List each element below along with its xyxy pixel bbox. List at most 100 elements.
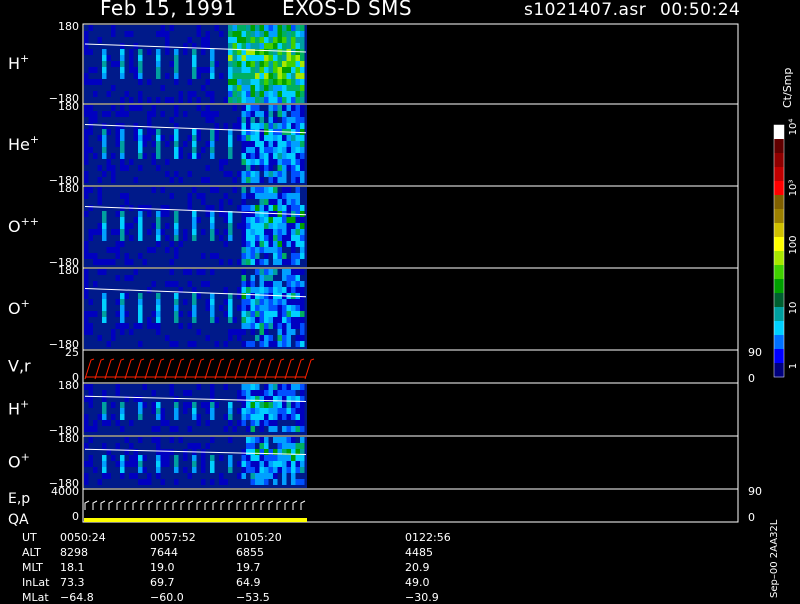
heatmap-cell [115,241,120,247]
heatmap-cell [300,390,305,396]
heatmap-cell [147,287,152,293]
heatmap-cell [291,165,296,171]
heatmap-cell [169,269,174,275]
heatmap-cell [282,55,287,61]
heatmap-cell [259,287,264,293]
heatmap-cell [183,299,188,305]
heatmap-cell [232,55,237,61]
heatmap-cell [210,49,215,55]
heatmap-cell [102,223,107,229]
heatmap-cell [88,390,93,396]
heatmap-cell [160,455,165,461]
heatmap-cell [277,287,282,293]
heatmap-cell [264,247,269,253]
heatmap-cell [129,455,134,461]
heatmap-cell [282,341,287,347]
heatmap-cell [255,61,260,67]
heatmap-cell [228,217,233,223]
heatmap-cell [115,420,120,426]
heatmap-cell [295,199,300,205]
heatmap-cell [246,129,251,135]
heatmap-cell [156,31,161,37]
heatmap-cell [250,117,255,123]
heatmap-cell [201,67,206,73]
panel-5: 180−180H+ [8,379,739,437]
heatmap-cell [120,241,125,247]
table-cell: 0057:52 [150,531,196,544]
heatmap-cell [120,217,125,223]
heatmap-cell [205,335,210,341]
heatmap-cell [300,384,305,390]
heatmap-cell [174,317,179,323]
panel-4: 250V,r900 [8,346,762,385]
heatmap-cell [259,317,264,323]
heatmap-cell [241,135,246,141]
table-cell: 0122:56 [405,531,451,544]
heatmap-cell [192,461,197,467]
heatmap-cell [129,275,134,281]
heatmap-cell [138,211,143,217]
heatmap-cell [84,479,89,485]
heatmap-cell [97,223,102,229]
heatmap-cell [120,129,125,135]
heatmap-cell [156,443,161,449]
heatmap-cell [84,473,89,479]
heatmap-cell [156,67,161,73]
heatmap-cell [237,329,242,335]
heatmap-cell [250,329,255,335]
heatmap-cell [264,269,269,275]
heatmap-cell [151,247,156,253]
heatmap-cell [237,85,242,91]
heatmap-cell [250,317,255,323]
heatmap-cell [124,323,129,329]
heatmap-cell [192,187,197,193]
heatmap-cell [138,223,143,229]
colorbar-segment [774,349,784,364]
heatmap-cell [246,97,251,103]
heatmap-cell [255,479,260,485]
heatmap-cell [151,129,156,135]
heatmap-cell [259,426,264,432]
heatmap-cell [264,31,269,37]
heatmap-cell [169,135,174,141]
heatmap-cell [291,79,296,85]
heatmap-cell [88,299,93,305]
heatmap-cell [174,171,179,177]
panel-label: O+ [8,297,30,318]
heatmap-cell [120,111,125,117]
heatmap-cell [223,241,228,247]
heatmap-cell [147,117,152,123]
heatmap-cell [246,311,251,317]
heatmap-cell [300,426,305,432]
heatmap-cell [246,217,251,223]
panel-frame [82,349,739,384]
colorbar-segment [774,265,784,280]
heatmap-cell [124,293,129,299]
heatmap-cell [291,311,296,317]
heatmap-cell [115,461,120,467]
heatmap-cell [187,281,192,287]
heatmap-cell [205,141,210,147]
heatmap-cell [102,229,107,235]
heatmap-cell [282,437,287,443]
heatmap-cell [300,402,305,408]
heatmap-cell [259,135,264,141]
heatmap-cell [282,193,287,199]
heatmap-cell [210,211,215,217]
heatmap-cell [250,259,255,265]
heatmap-cell [241,408,246,414]
heatmap-cell [255,461,260,467]
heatmap-cell [250,311,255,317]
heatmap-cell [246,229,251,235]
heatmap-cell [286,259,291,265]
heatmap-cell [246,384,251,390]
heatmap-cell [111,85,116,91]
heatmap-cell [228,199,233,205]
heatmap-cell [259,97,264,103]
heatmap-cell [300,55,305,61]
heatmap-cell [115,390,120,396]
heatmap-cell [156,147,161,153]
heatmap-cell [138,61,143,67]
heatmap-cell [120,61,125,67]
heatmap-cell [259,247,264,253]
